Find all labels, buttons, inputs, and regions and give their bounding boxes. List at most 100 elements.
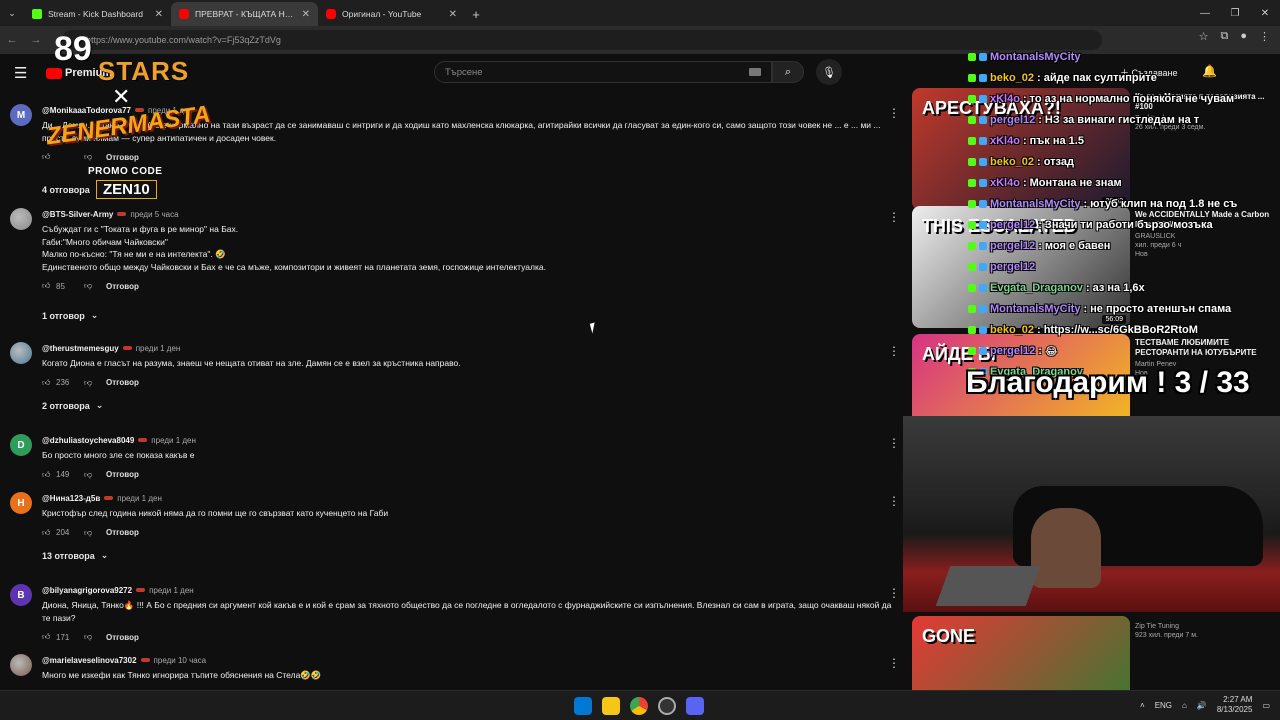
comment-author[interactable]: @therustmemesguy [42, 344, 119, 353]
video-thumbnail[interactable]: GONE [912, 616, 1130, 690]
network-icon[interactable]: ⌂ [1182, 701, 1187, 710]
comment-menu-icon[interactable]: ⋮ [888, 106, 900, 120]
minimize-icon[interactable]: — [1190, 0, 1220, 26]
comment-menu-icon[interactable]: ⋮ [888, 586, 900, 600]
comment-author[interactable]: @bilyanagrigorova9272 [42, 586, 132, 595]
reply-button[interactable]: Отговор [106, 528, 139, 537]
thumbs-up-icon[interactable]: 👍︎ [42, 632, 56, 642]
browser-tab[interactable]: Stream - Kick Dashboard ✕ [24, 2, 171, 26]
thumbs-up-icon[interactable]: 👍︎ [42, 378, 56, 388]
comment-menu-icon[interactable]: ⋮ [888, 436, 900, 450]
comment-age[interactable]: преди 10 часа [154, 656, 207, 665]
thumbnail-caption: АРЕСТУВАХА?! [922, 98, 1061, 118]
comment-author[interactable]: @marielaveselinova7302 [42, 656, 137, 665]
avatar[interactable]: D [10, 434, 32, 456]
reply-button[interactable]: Отговор [106, 470, 139, 479]
video-info[interactable]: Zip Tie Tuning 923 хил. преди 7 м. [1135, 620, 1275, 639]
avatar[interactable]: M [10, 104, 32, 126]
thumbs-down-icon[interactable]: 👎︎ [84, 378, 106, 388]
comment-author[interactable]: @BTS-Silver-Army [42, 210, 113, 219]
voice-search-button[interactable]: 🎙 [816, 59, 842, 85]
maximize-icon[interactable]: ❐ [1220, 0, 1250, 26]
show-replies-button[interactable]: 13 отговора ⌄ [42, 550, 108, 561]
tab-close-icon[interactable]: ✕ [155, 9, 163, 20]
thumbs-up-icon[interactable]: 👍︎ [42, 470, 56, 480]
reply-button[interactable]: Отговор [106, 633, 139, 642]
tab-close-icon[interactable]: ✕ [302, 9, 310, 20]
comment-menu-icon[interactable]: ⋮ [888, 344, 900, 358]
comment-author[interactable]: @Нина123-д5в [42, 494, 100, 503]
avatar[interactable]: B [10, 584, 32, 606]
tab-search-icon[interactable]: ⌄ [0, 0, 24, 26]
forward-arrow-icon[interactable]: → [24, 26, 48, 54]
clock[interactable]: 2:27 AM 8/13/2025 [1217, 695, 1253, 715]
notifications-icon[interactable]: 🔔 [1202, 64, 1217, 78]
member-badge-icon [104, 496, 114, 500]
language-indicator[interactable]: ENG [1155, 701, 1172, 710]
thumbs-down-icon[interactable]: 👎︎ [84, 152, 106, 162]
thumbs-down-icon[interactable]: 👎︎ [84, 528, 106, 538]
star-icon[interactable]: ☆ [1199, 30, 1209, 43]
youtube-logo[interactable]: Premium [46, 67, 112, 79]
reply-button[interactable]: Отговор [106, 282, 139, 291]
video-thumbnail[interactable]: THIS ESCALATED 56:09 [912, 206, 1130, 328]
keyboard-icon[interactable] [749, 68, 761, 76]
thumbs-up-icon[interactable]: 👍︎ [42, 152, 56, 162]
avatar[interactable] [10, 208, 32, 230]
profile-icon[interactable]: ● [1240, 30, 1247, 43]
comment-text: Бо просто много зле се показа какъв е [42, 450, 195, 460]
thumbs-down-icon[interactable]: 👎︎ [84, 281, 106, 291]
browser-tab[interactable]: ПРЕВРАТ - КЪЩАТА НА ИНФЛУЕНСЪРИТЕ ✕ [171, 2, 318, 26]
video-thumbnail[interactable]: АРЕСТУВАХА?! 26:52 [912, 88, 1130, 210]
show-replies-button[interactable]: 2 отговора ⌄ [42, 400, 103, 411]
show-replies-button[interactable]: 4 отговора ⌄ [42, 184, 103, 195]
thumbs-down-icon[interactable]: 👎︎ [84, 470, 106, 480]
windows-start-icon[interactable] [574, 697, 592, 715]
taskbar-apps [574, 697, 704, 715]
tab-close-icon[interactable]: ✕ [449, 9, 457, 20]
avatar[interactable] [10, 654, 32, 676]
volume-icon[interactable]: 🔊 [1197, 701, 1207, 710]
address-bar[interactable]: https://www.youtube.com/watch?v=Fj53qZzT… [62, 30, 1102, 50]
avatar[interactable]: H [10, 492, 32, 514]
comment-age[interactable]: преди 5 часа [130, 210, 178, 219]
create-button[interactable]: ＋ Създаване [1120, 66, 1178, 79]
back-arrow-icon[interactable]: ← [0, 26, 24, 54]
comment-author[interactable]: @dzhuliastoycheva8049 [42, 436, 134, 445]
extensions-icon[interactable]: ⧉ [1220, 30, 1228, 43]
show-replies-button[interactable]: 1 отговор ⌄ [42, 310, 98, 321]
comment-age[interactable]: преди 1 ден [148, 106, 193, 115]
menu-icon[interactable]: ☰ [14, 64, 27, 82]
browser-tab[interactable]: Оригинал - YouTube ✕ [318, 2, 465, 26]
thumbs-up-icon[interactable]: 👍︎ [42, 281, 56, 291]
comment-author[interactable]: @MonikaaaTodorova77 [42, 106, 131, 115]
browser-toolbar: ← → https://www.youtube.com/watch?v=Fj53… [0, 26, 1280, 54]
new-tab-button[interactable]: + [465, 2, 487, 26]
discord-icon[interactable] [686, 697, 704, 715]
search-button[interactable]: ⌕ [772, 61, 804, 83]
file-explorer-icon[interactable] [602, 697, 620, 715]
comment-age[interactable]: преди 1 ден [117, 494, 162, 503]
comment-age[interactable]: преди 1 ден [149, 586, 194, 595]
chevron-up-icon[interactable]: ˄ [1140, 701, 1145, 710]
video-info[interactable]: Къде е Магията в телевизията ... #100 Des… [1135, 92, 1275, 131]
like-count: 236 [56, 378, 70, 387]
notification-center-icon[interactable]: ▭ [1262, 701, 1270, 710]
more-menu-icon[interactable]: ⋮ [1259, 30, 1270, 43]
chrome-icon[interactable] [630, 697, 648, 715]
reply-button[interactable]: Отговор [106, 378, 139, 387]
comment-menu-icon[interactable]: ⋮ [888, 656, 900, 670]
thumbs-down-icon[interactable]: 👎︎ [84, 632, 106, 642]
search-input[interactable]: Търсене [434, 61, 772, 83]
close-window-icon[interactable]: ✕ [1250, 0, 1280, 26]
avatar[interactable] [10, 342, 32, 364]
comment-meta: @MonikaaaTodorova77 преди 1 ден [42, 104, 900, 116]
obs-icon[interactable] [658, 697, 676, 715]
reply-button[interactable]: Отговор [106, 153, 139, 162]
comment-age[interactable]: преди 1 ден [136, 344, 181, 353]
comment-menu-icon[interactable]: ⋮ [888, 494, 900, 508]
comment-menu-icon[interactable]: ⋮ [888, 210, 900, 224]
thumbs-up-icon[interactable]: 👍︎ [42, 528, 56, 538]
video-info[interactable]: We ACCIDENTALLY Made a Carbon Fiber BMW G… [1135, 210, 1275, 258]
comment-age[interactable]: преди 1 ден [151, 436, 196, 445]
